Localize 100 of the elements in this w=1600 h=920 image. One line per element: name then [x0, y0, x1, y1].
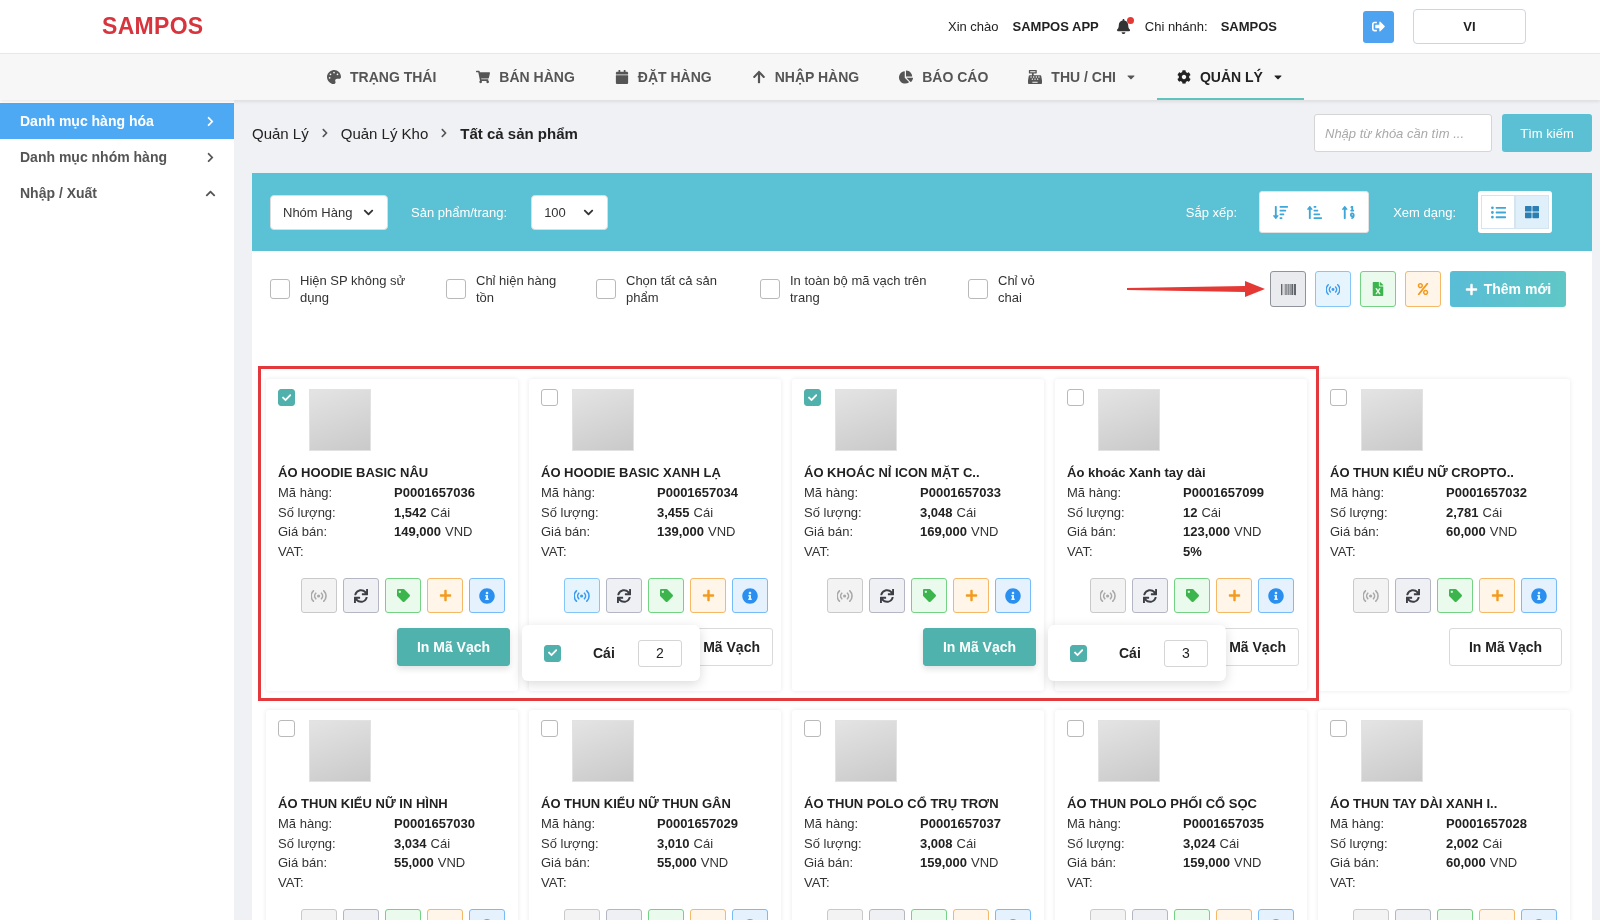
filter-label: Chọn tất cả sản phẩm: [626, 272, 719, 306]
product-name: ÁO HOODIE BASIC XANH LẠ: [541, 464, 722, 482]
unit-label: VND: [971, 524, 999, 539]
field-label: Số lượng:: [278, 503, 337, 522]
unit-label: VND: [700, 855, 729, 870]
field-label: Số lượng:: [1067, 834, 1126, 853]
filter-label: Hiện SP không sử dụng: [300, 272, 407, 306]
view-label: Xem dạng:: [1393, 204, 1456, 220]
field-value: 60,000: [1446, 524, 1486, 539]
field-label: Số lượng:: [1330, 834, 1389, 853]
field-value: P0001657037: [920, 816, 1001, 831]
field-value: 55,000: [657, 855, 697, 870]
field-value: 3,048: [920, 504, 953, 520]
field-label: Số lượng:: [541, 834, 600, 853]
greeting-text: Xin chào: [947, 19, 999, 34]
product-name: ÁO THUN TAY DÀI XANH I..: [1330, 795, 1499, 813]
field-value: 3,010: [657, 835, 690, 851]
filter-label: Chỉ vỏ chai: [998, 272, 1036, 306]
field-label: VAT:: [1330, 542, 1357, 561]
field-value: 2,781: [1446, 504, 1479, 520]
unit-label: Cái: [956, 835, 977, 851]
sort-label: Sắp xếp:: [1185, 204, 1238, 220]
field-label: Mã hàng:: [541, 815, 597, 833]
field-label: Mã hàng:: [1067, 815, 1123, 833]
unit-label: Cái: [1482, 504, 1503, 520]
field-label: Giá bán:: [278, 854, 329, 872]
field-label: VAT:: [804, 542, 831, 561]
field-label: Giá bán:: [1330, 523, 1381, 541]
user-name: SAMPOS APP: [1012, 19, 1099, 34]
field-value: 1,542: [394, 504, 427, 520]
field-label: Số lượng:: [1330, 503, 1389, 522]
field-label: Giá bán:: [804, 523, 855, 541]
field-value: 3,455: [657, 504, 690, 520]
product-name: Áo khoác Xanh tay dài: [1067, 464, 1207, 482]
field-label: VAT:: [804, 873, 831, 892]
field-label: Số lượng:: [278, 834, 337, 853]
field-value: P0001657033: [920, 485, 1001, 500]
field-label: Mã hàng:: [541, 484, 597, 502]
field-label: Số lượng:: [541, 503, 600, 522]
field-value: 139,000: [657, 524, 704, 539]
product-name: ÁO THUN POLO PHỐI CỔ SỌC: [1067, 795, 1258, 813]
field-label: Mã hàng:: [278, 815, 334, 833]
field-label: VAT:: [1067, 542, 1094, 561]
unit-label: Cái: [1219, 835, 1240, 851]
field-label: Mã hàng:: [1330, 815, 1386, 833]
field-value: 3,034: [394, 835, 427, 851]
field-label: VAT:: [541, 542, 568, 561]
field-value: P0001657035: [1183, 816, 1264, 831]
filter-label: In toàn bộ mã vạch trên trang: [790, 272, 928, 306]
field-value: P0001657032: [1446, 485, 1527, 500]
unit-label: Cái: [430, 504, 451, 520]
unit-label: VND: [1489, 524, 1518, 539]
field-label: Số lượng:: [804, 503, 863, 522]
field-value: 159,000: [1183, 855, 1230, 870]
field-label: Số lượng:: [1067, 503, 1126, 522]
unit-label: Cái: [693, 835, 714, 851]
field-value: 3,008: [920, 835, 953, 851]
field-value: 3,024: [1183, 835, 1216, 851]
field-label: Mã hàng:: [804, 484, 860, 502]
field-label: Giá bán:: [1067, 854, 1118, 872]
field-value: 12: [1183, 504, 1198, 520]
field-label: Giá bán:: [541, 523, 592, 541]
field-value: P0001657036: [394, 485, 475, 500]
unit-label: VND: [437, 855, 466, 870]
unit-label: VND: [445, 524, 473, 539]
product-name: ÁO KHOÁC NỈ ICON MẶT C..: [804, 464, 981, 482]
field-value: 159,000: [920, 855, 967, 870]
field-value: 60,000: [1446, 855, 1486, 870]
field-label: Mã hàng:: [278, 484, 334, 502]
field-label: Giá bán:: [541, 854, 592, 872]
field-label: VAT:: [541, 873, 568, 892]
per-page-label: Sản phẩm/trang:: [411, 204, 508, 220]
field-label: Giá bán:: [1067, 523, 1118, 541]
field-value: 2,002: [1446, 835, 1479, 851]
field-value: P0001657028: [1446, 816, 1527, 831]
field-value: 149,000: [394, 524, 441, 539]
app-logo: SAMPOS: [102, 13, 204, 40]
product-name: ÁO THUN KIỂU NỮ IN HÌNH: [278, 795, 449, 813]
field-label: VAT:: [278, 542, 305, 561]
field-label: Mã hàng:: [1330, 484, 1386, 502]
field-label: VAT:: [1067, 873, 1094, 892]
filter-label: Chỉ hiện hàng tồn: [476, 272, 558, 306]
unit-label: VND: [1489, 855, 1518, 870]
unit-label: VND: [708, 524, 736, 539]
field-value: 55,000: [394, 855, 434, 870]
field-value: P0001657034: [657, 485, 738, 500]
field-label: Giá bán:: [278, 523, 329, 541]
field-label: Mã hàng:: [804, 815, 860, 833]
field-label: VAT:: [278, 873, 305, 892]
field-label: VAT:: [1330, 873, 1357, 892]
product-name: ÁO THUN KIỂU NỮ THUN GÂN: [541, 795, 732, 813]
field-value: 169,000: [920, 524, 967, 539]
field-value: 123,000: [1183, 524, 1230, 539]
field-label: Giá bán:: [804, 854, 855, 872]
unit-label: VND: [971, 855, 999, 870]
field-value: P0001657029: [657, 816, 738, 831]
unit-label: Cái: [693, 504, 714, 520]
field-value: P0001657099: [1183, 485, 1264, 500]
field-value: P0001657030: [394, 816, 475, 831]
product-name: ÁO THUN POLO CỔ TRỤ TRƠN: [804, 795, 1000, 813]
